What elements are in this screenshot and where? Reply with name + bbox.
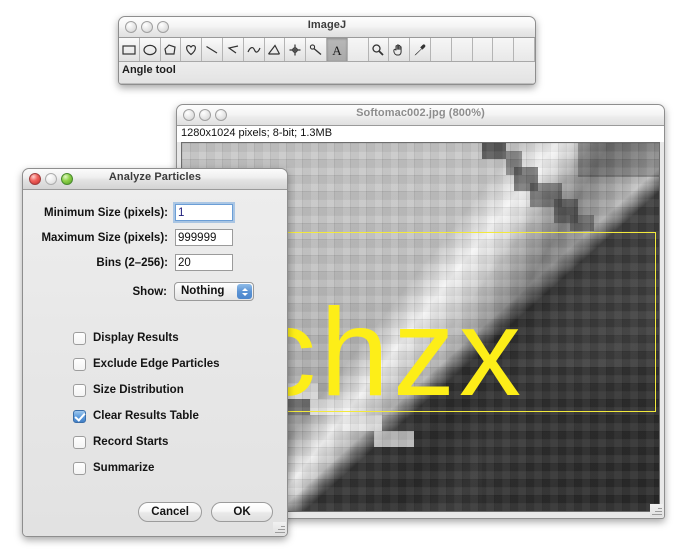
empty-slot-3[interactable] [451, 38, 473, 61]
image-info-line: 1280x1024 pixels; 8-bit; 1.3MB [177, 126, 664, 142]
imagej-body: A Angle tool [119, 38, 535, 84]
zoom-button-icon[interactable] [157, 21, 169, 33]
dropper-tool[interactable] [410, 38, 431, 61]
minimum-size-row: Minimum Size (pixels): [23, 204, 287, 221]
exclude-edge-particles-checkbox[interactable] [73, 357, 86, 371]
zoom-button-icon[interactable] [61, 173, 73, 185]
checkbox-row-exclude-edge-particles[interactable]: Exclude Edge Particles [73, 351, 287, 377]
size-distribution-checkbox[interactable] [73, 383, 86, 397]
empty-slot-4[interactable] [472, 38, 494, 61]
image-window-controls[interactable] [183, 109, 227, 121]
polygon-tool[interactable] [160, 38, 182, 61]
display-results-checkbox[interactable] [73, 331, 86, 345]
imagej-titlebar[interactable]: ImageJ [119, 17, 535, 38]
minimize-button-icon[interactable] [141, 21, 153, 33]
straight-line-tool[interactable] [202, 38, 223, 61]
chevron-updown-icon[interactable] [237, 284, 252, 299]
magnifier-tool[interactable] [368, 38, 390, 61]
maximum-size-row: Maximum Size (pixels): [23, 229, 287, 246]
minimum-size-label: Minimum Size (pixels): [44, 206, 168, 219]
angle-tool[interactable] [264, 38, 286, 61]
exclude-edge-particles-label: Exclude Edge Particles [93, 358, 220, 370]
minimum-size-input[interactable] [175, 204, 233, 221]
ok-button[interactable]: OK [211, 502, 273, 522]
empty-slot-5[interactable] [493, 38, 515, 61]
size-distribution-label: Size Distribution [93, 384, 184, 396]
empty-slot-1[interactable] [347, 38, 369, 61]
analyze-dialog-titlebar[interactable]: Analyze Particles [23, 169, 287, 190]
freehand-tool[interactable] [181, 38, 203, 61]
analyze-particles-dialog[interactable]: Analyze Particles Minimum Size (pixels):… [22, 168, 288, 537]
hand-tool[interactable] [389, 38, 411, 61]
analyze-dialog-resize-grip[interactable] [273, 522, 286, 535]
close-button-icon[interactable] [29, 173, 41, 185]
point-tool[interactable] [285, 38, 307, 61]
checkbox-row-display-results[interactable]: Display Results [73, 325, 287, 351]
photo-pixel-block [374, 431, 414, 447]
show-dropdown-value: Nothing [181, 285, 225, 297]
image-window-titlebar[interactable]: Softomac002.jpg (800%) [177, 105, 664, 126]
image-window-title: Softomac002.jpg (800%) [356, 107, 485, 119]
bins-row: Bins (2–256): [23, 254, 287, 271]
imagej-toolbar[interactable]: A [119, 38, 535, 62]
photo-pixel-block [482, 143, 506, 159]
display-results-label: Display Results [93, 332, 179, 344]
bins-label: Bins (2–256): [96, 256, 168, 269]
minimize-button-icon [45, 173, 57, 185]
show-dropdown[interactable]: Nothing [174, 282, 254, 301]
record-starts-label: Record Starts [93, 436, 169, 448]
close-button-icon[interactable] [125, 21, 137, 33]
rectangle-tool[interactable] [119, 38, 140, 61]
svg-text:A: A [332, 43, 342, 57]
minimize-button-icon[interactable] [199, 109, 211, 121]
close-button-icon[interactable] [183, 109, 195, 121]
clear-results-table-checkbox[interactable] [73, 409, 86, 423]
imagej-window-title: ImageJ [307, 19, 347, 31]
image-window-resize-grip[interactable] [650, 504, 663, 517]
zoom-button-icon[interactable] [215, 109, 227, 121]
checkbox-row-summarize[interactable]: Summarize [73, 455, 287, 481]
summarize-checkbox[interactable] [73, 461, 86, 475]
photo-pixel-block [578, 143, 659, 177]
freehand-line-tool[interactable] [243, 38, 265, 61]
checkbox-row-clear-results-table[interactable]: Clear Results Table [73, 403, 287, 429]
wand-tool[interactable] [306, 38, 327, 61]
show-label: Show: [132, 285, 168, 298]
imagej-status-bar: Angle tool [119, 62, 535, 84]
clear-results-table-label: Clear Results Table [93, 410, 199, 422]
maximum-size-label: Maximum Size (pixels): [41, 231, 168, 244]
analyze-options-list: Display Results Exclude Edge Particles S… [23, 325, 287, 481]
segmented-line-tool[interactable] [222, 38, 244, 61]
empty-slot-2[interactable] [430, 38, 452, 61]
cancel-button[interactable]: Cancel [138, 502, 202, 522]
maximum-size-input[interactable] [175, 229, 233, 246]
analyze-dialog-buttons: Cancel OK [138, 502, 273, 522]
oval-tool[interactable] [139, 38, 161, 61]
empty-slot-6[interactable] [514, 38, 535, 61]
analyze-dialog-window-controls[interactable] [29, 173, 73, 185]
photo-pixel-block [570, 215, 594, 231]
text-tool[interactable]: A [326, 38, 348, 61]
bins-input[interactable] [175, 254, 233, 271]
summarize-label: Summarize [93, 462, 155, 474]
checkbox-row-size-distribution[interactable]: Size Distribution [73, 377, 287, 403]
record-starts-checkbox[interactable] [73, 435, 86, 449]
imagej-window-controls[interactable] [125, 21, 169, 33]
checkbox-row-record-starts[interactable]: Record Starts [73, 429, 287, 455]
analyze-dialog-body: Minimum Size (pixels): Maximum Size (pix… [23, 190, 287, 536]
imagej-main-window[interactable]: ImageJ A Angle tool [118, 16, 536, 85]
show-row: Show: Nothing [23, 282, 287, 301]
